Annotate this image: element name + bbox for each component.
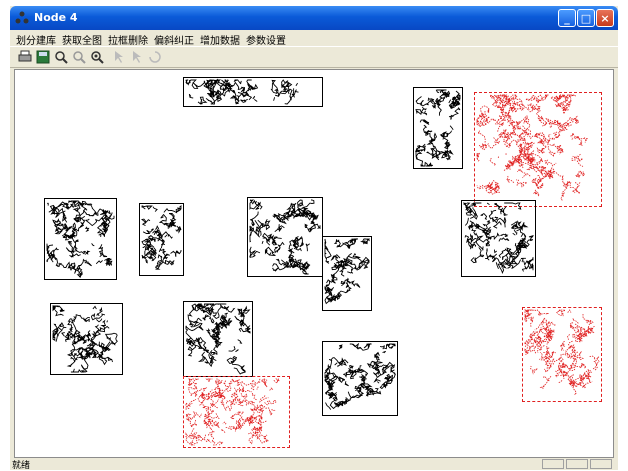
map-lines (52, 305, 118, 373)
toolbar (10, 46, 618, 68)
tile-center-small[interactable] (322, 236, 372, 311)
menu-item-partition[interactable]: 划分建库 (16, 32, 56, 47)
map-lines (184, 378, 280, 446)
status-panel (590, 459, 612, 469)
menu-item-skew-correct[interactable]: 偏斜纠正 (154, 32, 194, 47)
save-icon[interactable] (36, 50, 50, 64)
map-lines (415, 89, 461, 167)
tile-map-content (324, 237, 371, 305)
zoom-in-icon[interactable] (54, 50, 68, 64)
map-lines (249, 199, 321, 275)
tile-map-content (324, 342, 397, 410)
status-panel (566, 459, 588, 469)
map-lines (463, 201, 534, 275)
menu-item-fetch-all[interactable]: 获取全图 (62, 32, 102, 47)
tile-map-content (415, 89, 461, 167)
tile-map-content (463, 201, 534, 275)
map-lines (46, 200, 115, 279)
maximize-button[interactable]: □ (577, 9, 595, 27)
menu-item-box-delete[interactable]: 拉框删除 (108, 32, 148, 47)
tile-left-lower[interactable] (50, 303, 123, 375)
status-panel (542, 459, 564, 469)
menu-item-settings[interactable]: 参数设置 (246, 32, 286, 47)
zoom-out-icon[interactable] (72, 50, 86, 64)
tile-bottom-center[interactable] (322, 341, 398, 416)
map-lines (185, 78, 299, 105)
map-lines (324, 342, 397, 410)
tile-left-1[interactable] (44, 198, 117, 280)
tile-center[interactable] (247, 197, 323, 277)
tile-map-content (185, 302, 251, 375)
tile-map-content (46, 200, 115, 279)
tile-map-content (523, 309, 600, 395)
menu-item-add-data[interactable]: 增加数据 (200, 32, 240, 47)
tile-left-2[interactable] (139, 203, 184, 276)
tile-map-content (249, 199, 321, 275)
tile-map-content (185, 78, 299, 105)
close-button[interactable]: × (596, 9, 614, 27)
tile-center-lower[interactable] (183, 301, 253, 377)
pan-arrow-icon[interactable] (130, 50, 144, 64)
tile-top-center[interactable] (183, 77, 323, 107)
map-lines (523, 309, 600, 395)
map-lines (324, 237, 371, 305)
window-title: Node 4 (34, 11, 78, 24)
status-text: 就绪 (12, 461, 31, 471)
application-window: Node 4 _ □ × 划分建库 获取全图 拉框删除 偏斜纠正 增加数据 参数… (10, 6, 618, 471)
status-bar: 就绪 (10, 458, 618, 471)
app-icon (15, 11, 29, 24)
tile-top-right-small[interactable] (413, 87, 463, 169)
title-bar[interactable]: Node 4 _ □ × (10, 6, 618, 30)
zoom-fit-icon[interactable] (90, 50, 104, 64)
menu-bar: 划分建库 获取全图 拉框删除 偏斜纠正 增加数据 参数设置 (10, 30, 618, 47)
map-canvas[interactable] (14, 69, 614, 458)
map-lines (185, 302, 251, 375)
minimize-button[interactable]: _ (558, 9, 576, 27)
tile-map-content (52, 305, 118, 373)
tile-right-mid[interactable] (461, 200, 536, 277)
map-lines (476, 93, 589, 201)
tile-map-content (184, 378, 280, 446)
rotate-icon[interactable] (148, 50, 162, 64)
tile-top-right-red[interactable] (474, 92, 602, 207)
tile-right-red[interactable] (522, 307, 602, 402)
map-lines (140, 205, 182, 270)
tile-map-content (140, 205, 182, 270)
print-icon[interactable] (18, 50, 32, 64)
select-arrow-icon[interactable] (112, 50, 126, 64)
tile-map-content (476, 93, 589, 201)
tile-center-lower-red[interactable] (183, 376, 290, 448)
